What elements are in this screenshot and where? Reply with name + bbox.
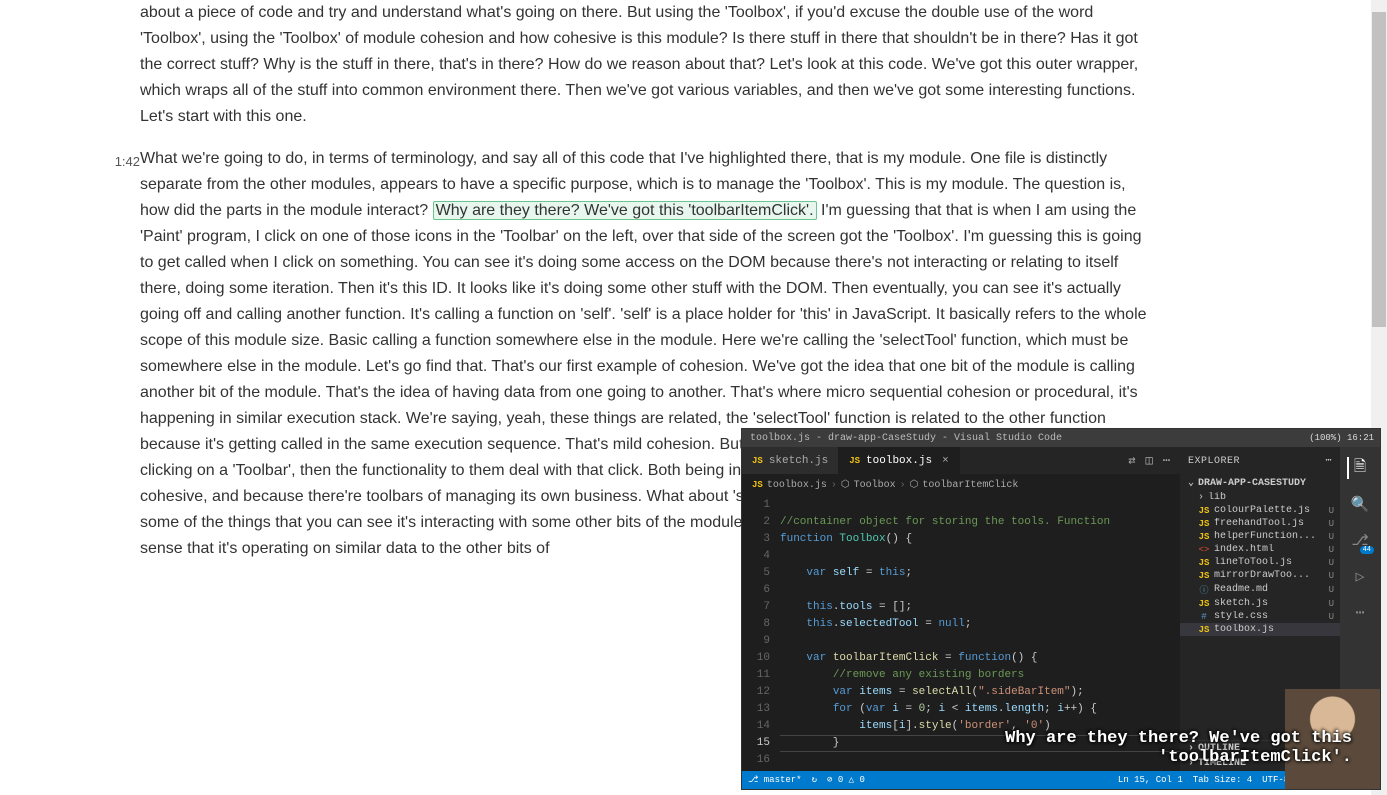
explorer-icon[interactable]: 🗎 xyxy=(1347,457,1369,479)
vscode-titlebar: toolbox.js - draw-app-CaseStudy - Visual… xyxy=(742,429,1380,447)
search-icon[interactable]: 🔍 xyxy=(1349,493,1371,515)
extensions-icon[interactable]: ⋯ xyxy=(1349,601,1371,623)
js-icon: JS xyxy=(1198,558,1210,568)
tab-toolbox[interactable]: JS toolbox.js × xyxy=(839,447,959,474)
problems-indicator[interactable]: ⊘ 0 △ 0 xyxy=(827,775,865,785)
tab-size[interactable]: Tab Size: 4 xyxy=(1193,775,1252,785)
file-item[interactable]: #style.cssU xyxy=(1180,610,1340,623)
scrollbar-thumb[interactable] xyxy=(1372,12,1386,327)
explorer-title: EXPLORER xyxy=(1188,456,1240,467)
transcript-paragraph: about a piece of code and try and unders… xyxy=(140,0,1147,130)
file-item[interactable]: JScolourPalette.jsU xyxy=(1180,504,1340,517)
js-icon: JS xyxy=(1198,599,1210,609)
js-icon: JS xyxy=(1198,506,1210,516)
css-icon: # xyxy=(1198,612,1210,622)
video-caption: Why are they there? We've got this 'tool… xyxy=(992,729,1352,767)
system-tray: (100%) 16:21 xyxy=(1309,433,1380,443)
sync-icon[interactable]: ↻ xyxy=(812,775,817,785)
compare-icon[interactable]: ⇄ xyxy=(1128,453,1135,468)
js-icon: JS xyxy=(1198,571,1210,581)
file-item[interactable]: JStoolbox.js xyxy=(1180,623,1340,636)
highlighted-phrase: Why are they there? We've got this 'tool… xyxy=(433,201,817,220)
close-icon[interactable]: × xyxy=(942,455,949,467)
breadcrumb[interactable]: JS toolbox.js › ⬡ Toolbox › ⬡ toolbarIte… xyxy=(742,475,1180,495)
file-item[interactable]: JSsketch.jsU xyxy=(1180,597,1340,610)
cube-icon: ⬡ xyxy=(841,479,850,491)
tab-sketch[interactable]: JS sketch.js xyxy=(742,447,839,474)
file-item[interactable]: JShelperFunction...U xyxy=(1180,530,1340,543)
more-icon[interactable]: ⋯ xyxy=(1325,455,1332,467)
method-icon: ⬡ xyxy=(910,479,919,491)
html-icon: <> xyxy=(1198,545,1210,555)
js-icon: JS xyxy=(1198,625,1210,635)
vscode-window: toolbox.js - draw-app-CaseStudy - Visual… xyxy=(741,428,1381,790)
chevron-right-icon: › xyxy=(1198,492,1204,503)
run-icon[interactable]: ▷ xyxy=(1349,565,1371,587)
file-item[interactable]: JSfreehandTool.jsU xyxy=(1180,517,1340,530)
file-item[interactable]: JSlineToTool.jsU xyxy=(1180,556,1340,569)
line-gutter: 12345678910111213141516 xyxy=(742,495,780,771)
js-icon: JS xyxy=(1198,519,1210,529)
file-item[interactable]: JSmirrorDrawToo...U xyxy=(1180,569,1340,582)
project-header[interactable]: ⌄ DRAW-APP-CASESTUDY xyxy=(1180,475,1340,491)
chevron-down-icon: ⌄ xyxy=(1188,477,1194,489)
more-icon[interactable]: ⋯ xyxy=(1163,453,1170,468)
timestamp[interactable]: 1:42 xyxy=(90,146,140,562)
file-item[interactable]: <>index.htmlU xyxy=(1180,543,1340,556)
file-item[interactable]: ⓘReadme.mdU xyxy=(1180,582,1340,597)
js-icon: JS xyxy=(752,456,763,466)
editor-tabs: JS sketch.js JS toolbox.js × ⇄ ◫ ⋯ xyxy=(742,447,1180,475)
js-icon: JS xyxy=(1198,532,1210,542)
cursor-position[interactable]: Ln 15, Col 1 xyxy=(1118,775,1183,785)
split-icon[interactable]: ◫ xyxy=(1146,453,1153,468)
source-control-icon[interactable]: ⎇44 xyxy=(1349,529,1371,551)
info-icon: ⓘ xyxy=(1198,583,1210,596)
branch-indicator[interactable]: ⎇ master* xyxy=(748,775,802,785)
js-icon: JS xyxy=(849,456,860,466)
folder-lib[interactable]: ›lib xyxy=(1180,491,1340,504)
js-icon: JS xyxy=(752,480,763,490)
